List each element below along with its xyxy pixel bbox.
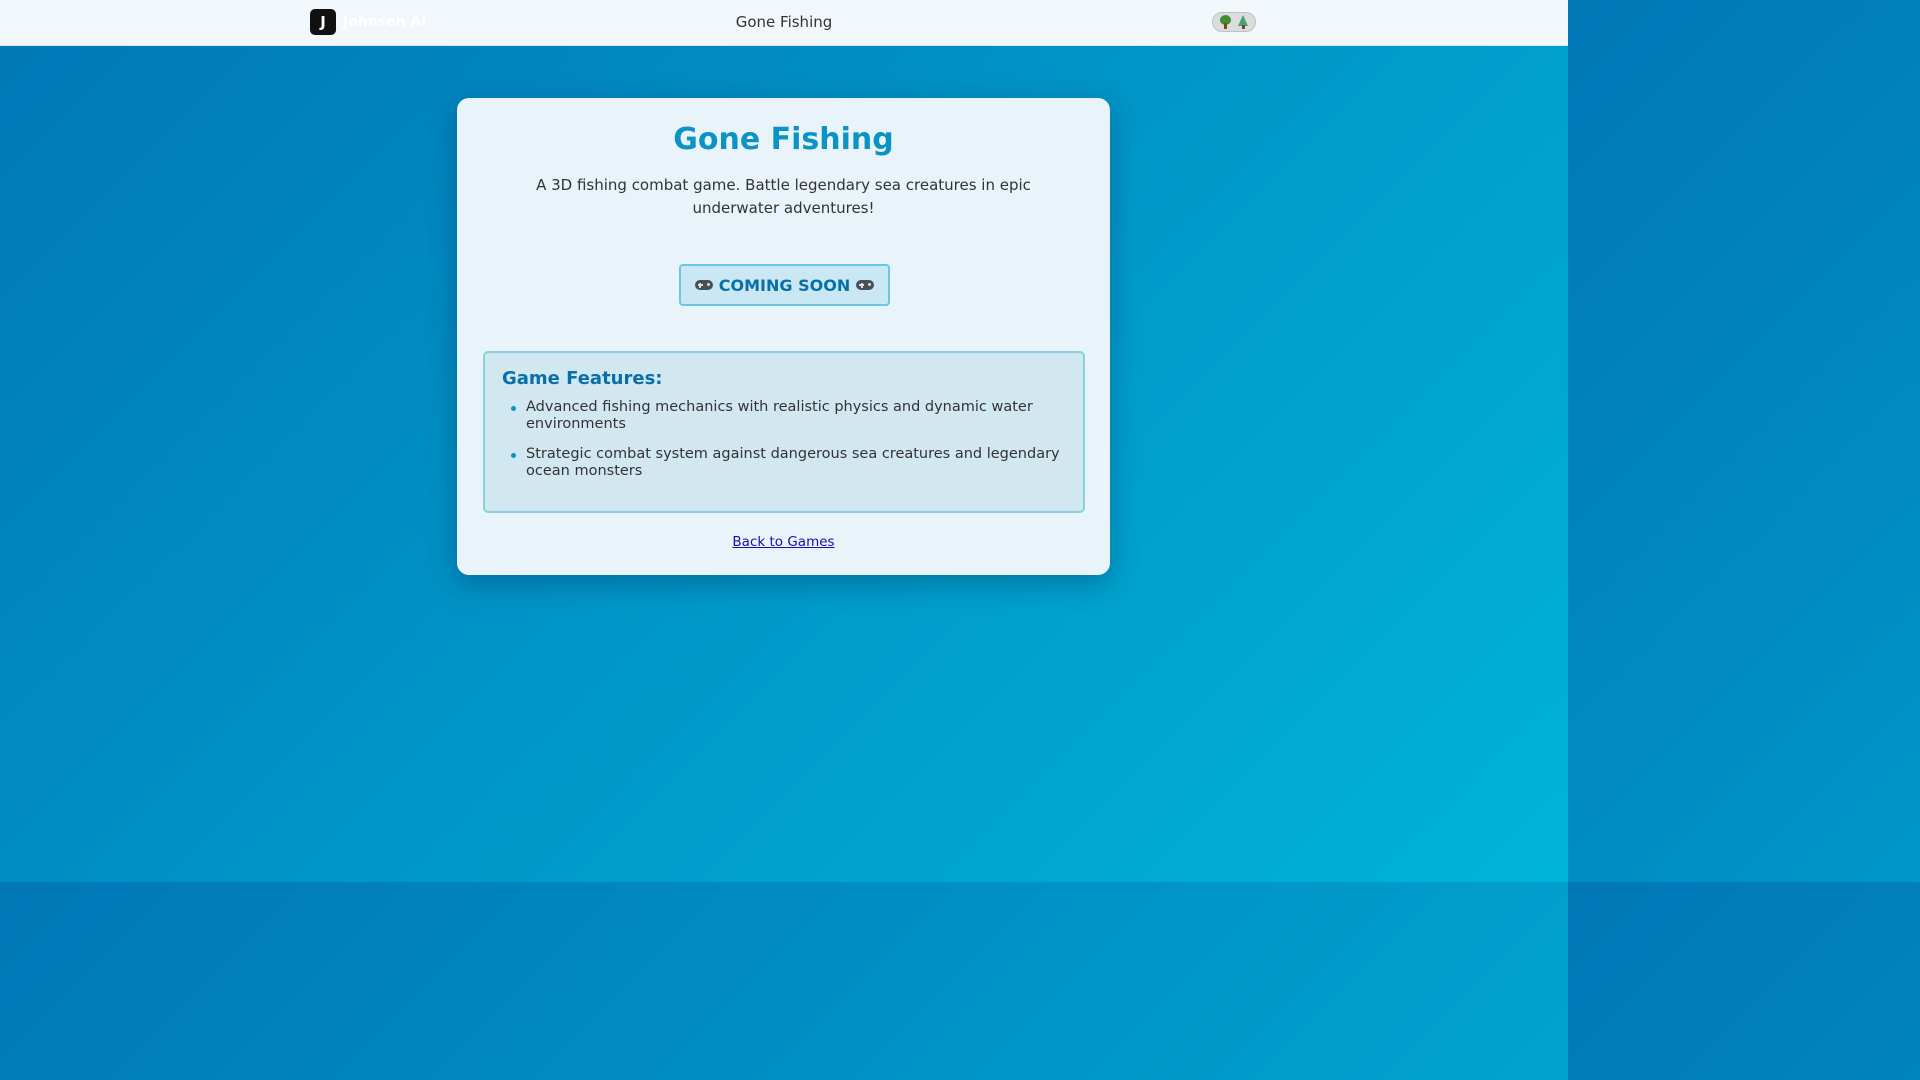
gamepad-icon (856, 279, 875, 291)
feature-text: Advanced fishing mechanics with realisti… (526, 399, 1033, 432)
deciduous-tree-icon (1219, 15, 1232, 29)
back-link-container: Back to Games (457, 534, 1110, 550)
feature-text: Strategic combat system against dangerou… (526, 446, 1060, 479)
features-list: Advanced fishing mechanics with realisti… (502, 399, 1066, 480)
features-heading: Game Features: (502, 368, 663, 389)
theme-toggle[interactable] (1212, 12, 1256, 32)
top-navigation-bar: J Johnsen AI Gone Fishing (0, 0, 1568, 46)
game-title: Gone Fishing (673, 122, 894, 157)
coming-soon-label: COMING SOON (718, 275, 851, 295)
gamepad-icon (694, 279, 713, 291)
game-features-panel: Game Features: Advanced fishing mechanic… (483, 351, 1085, 513)
list-item: Advanced fishing mechanics with realisti… (511, 399, 1066, 433)
game-card: Gone Fishing A 3D fishing combat game. B… (457, 98, 1110, 575)
back-to-games-link[interactable]: Back to Games (732, 534, 834, 550)
game-description: A 3D fishing combat game. Battle legenda… (536, 176, 1031, 217)
bullet-icon (511, 406, 516, 411)
coming-soon-badge: COMING SOON (679, 264, 890, 306)
page-title: Gone Fishing (735, 13, 833, 31)
bullet-icon (511, 453, 516, 458)
list-item: Strategic combat system against dangerou… (511, 446, 1066, 480)
evergreen-tree-icon (1237, 15, 1250, 29)
